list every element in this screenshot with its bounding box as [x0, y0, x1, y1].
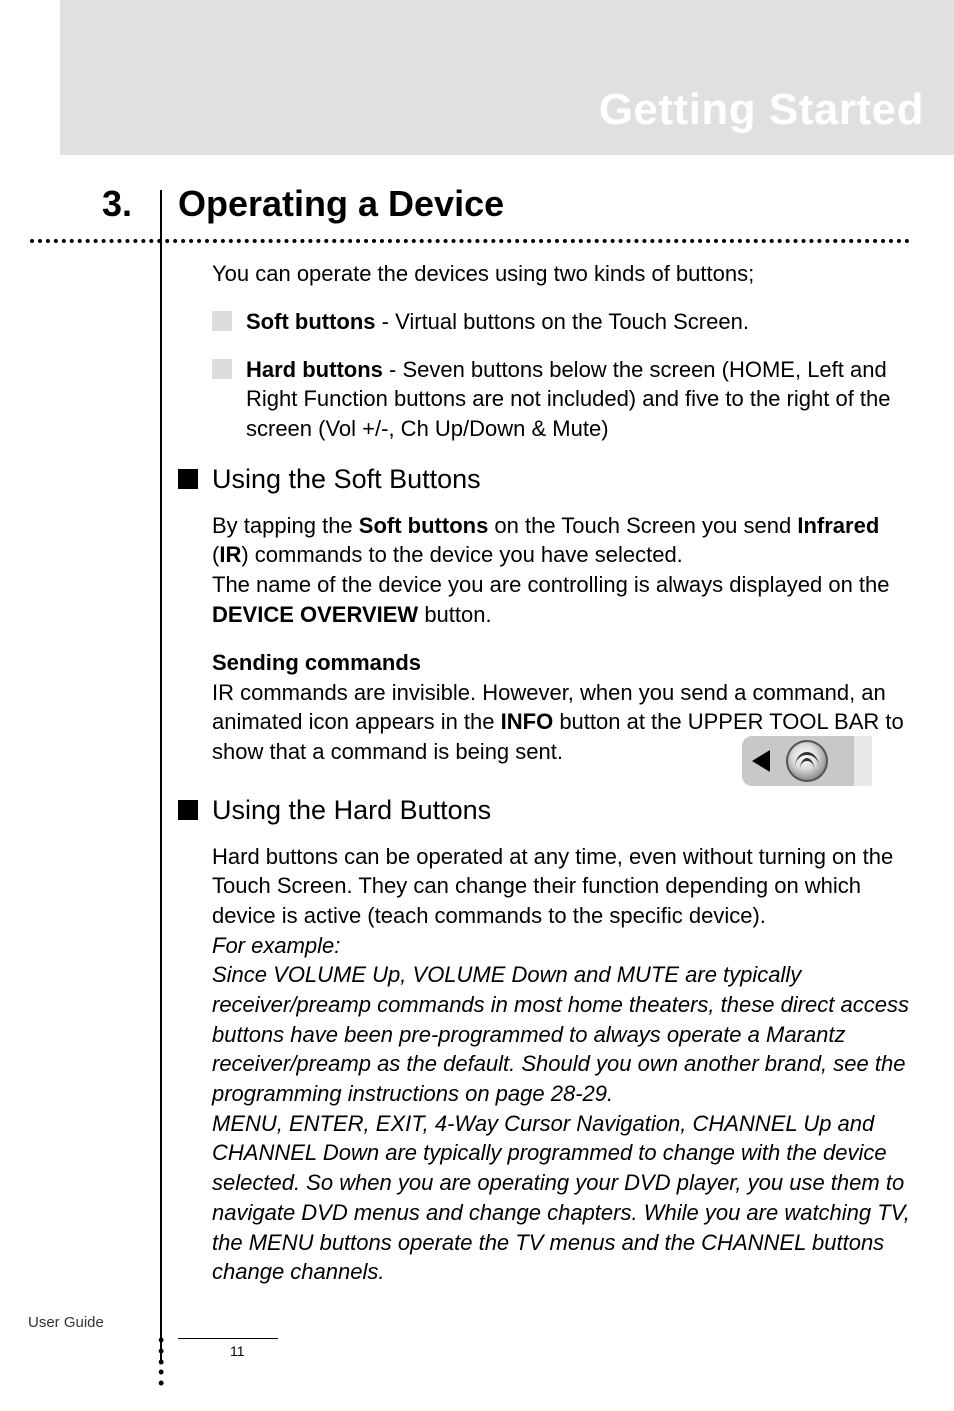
bullet-text: Hard buttons - Seven buttons below the s… [246, 355, 914, 444]
dotted-rule [30, 239, 910, 243]
text-bold: Infrared [797, 513, 879, 538]
section-title: Operating a Device [178, 183, 914, 225]
subheading-marker-icon [178, 469, 198, 489]
text: button. [418, 602, 491, 627]
sending-commands-block: Sending commands IR commands are invisib… [178, 650, 914, 767]
subheading: Using the Hard Buttons [212, 795, 491, 826]
example-text: Since VOLUME Up, VOLUME Down and MUTE ar… [212, 962, 909, 1106]
header-title: Getting Started [599, 85, 924, 135]
intro-text: You can operate the devices using two ki… [212, 261, 914, 287]
text-bold: Soft buttons [359, 513, 489, 538]
page: Getting Started 3. Operating a Device Yo… [0, 0, 954, 1411]
footer-dots-icon: ••••• [158, 1335, 164, 1389]
bullet-rest: - Virtual buttons on the Touch Screen. [376, 309, 749, 334]
text: on the Touch Screen you send [488, 513, 797, 538]
footer-rule [178, 1338, 278, 1339]
subheading-row: Using the Soft Buttons [178, 464, 914, 495]
text: ) commands to the device you have select… [241, 542, 682, 567]
main-column-body: You can operate the devices using two ki… [178, 261, 954, 1287]
text-bold: DEVICE OVERVIEW [212, 602, 418, 627]
info-ir-icon [734, 736, 872, 786]
example-text: MENU, ENTER, EXIT, 4-Way Cursor Navigati… [212, 1111, 910, 1284]
subheading-marker-icon [178, 800, 198, 820]
bullet-text: Soft buttons - Virtual buttons on the To… [246, 307, 749, 337]
bullet-list: Soft buttons - Virtual buttons on the To… [212, 307, 914, 444]
bullet-marker-icon [212, 359, 232, 379]
main-column: Operating a Device [178, 183, 954, 225]
subheading-row: Using the Hard Buttons [178, 795, 914, 826]
soft-buttons-para: By tapping the Soft buttons on the Touch… [212, 511, 914, 630]
content: 3. Operating a Device You can operate th… [0, 155, 954, 1287]
example-label: For example: [212, 933, 340, 958]
sending-commands-heading: Sending commands [212, 650, 914, 676]
bullet-bold: Hard buttons [246, 357, 383, 382]
header-left-stripe [0, 0, 60, 155]
section-number: 3. [0, 183, 132, 225]
text: Hard buttons can be operated at any time… [212, 844, 893, 928]
bullet-bold: Soft buttons [246, 309, 376, 334]
text: By tapping the [212, 513, 359, 538]
subheading: Using the Soft Buttons [212, 464, 481, 495]
ir-signal-icon [742, 736, 872, 786]
user-guide-label: User Guide [28, 1314, 104, 1331]
bullet-item: Soft buttons - Virtual buttons on the To… [212, 307, 914, 337]
text-bold: IR [219, 542, 241, 567]
hard-buttons-para: Hard buttons can be operated at any time… [212, 842, 914, 1287]
page-number: 11 [230, 1343, 245, 1359]
bullet-item: Hard buttons - Seven buttons below the s… [212, 355, 914, 444]
section-number-col: 3. [0, 183, 160, 225]
text-bold: INFO [501, 709, 554, 734]
bullet-marker-icon [212, 311, 232, 331]
header-band: Getting Started [0, 0, 954, 155]
text: The name of the device you are controlli… [212, 572, 890, 597]
